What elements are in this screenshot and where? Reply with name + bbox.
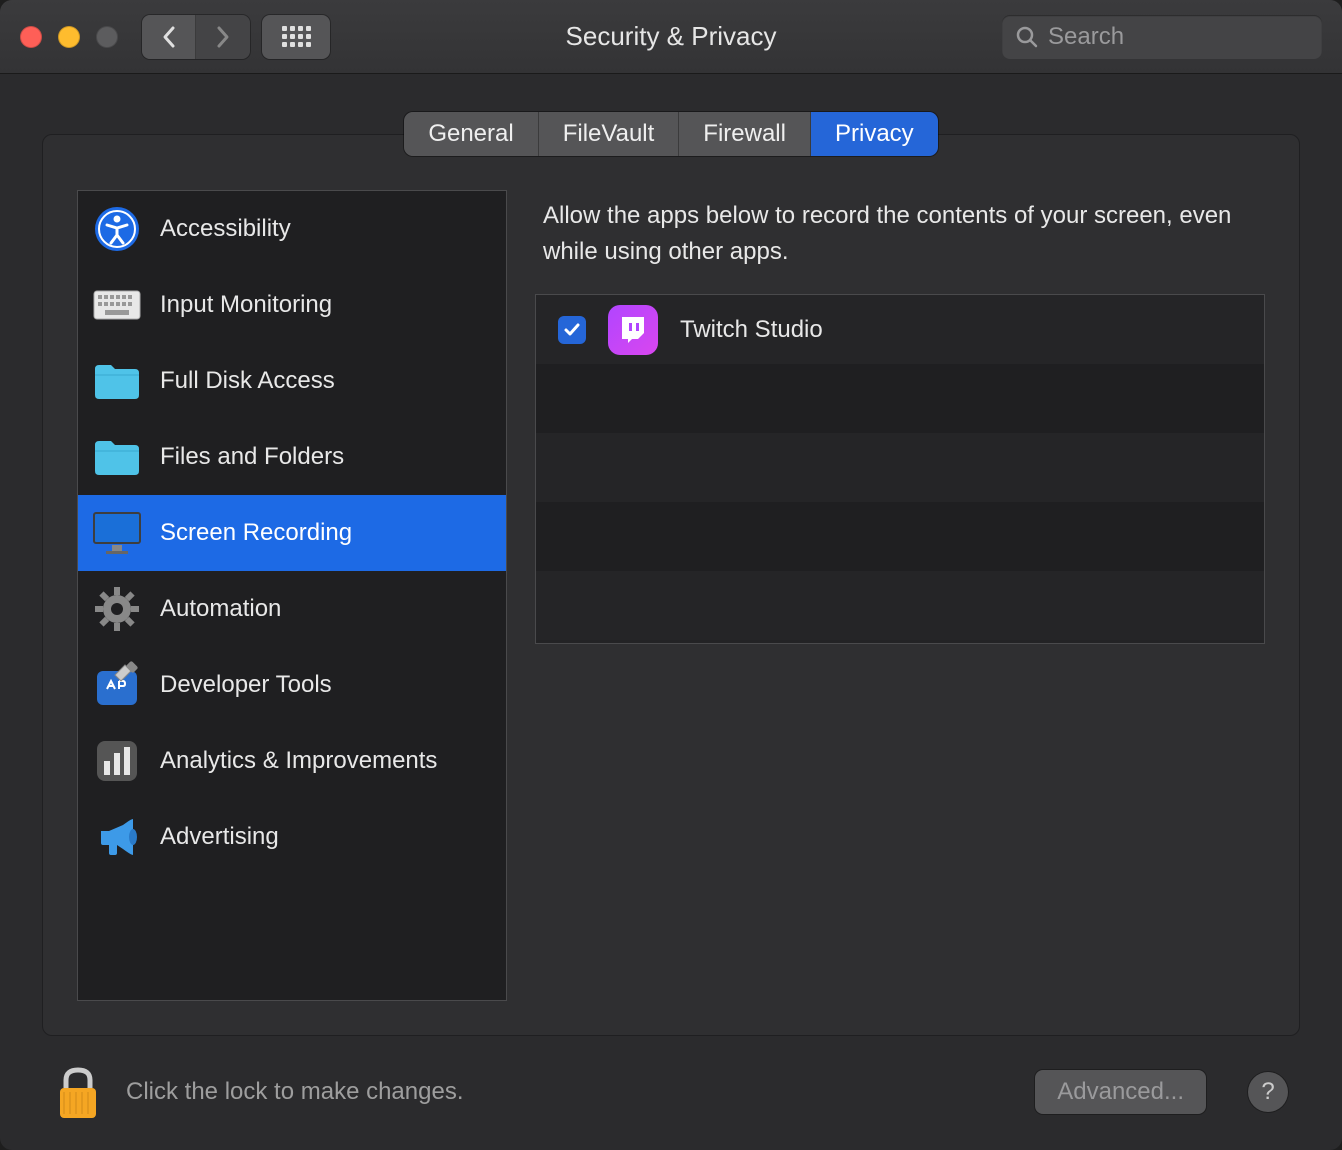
lock-icon[interactable] bbox=[54, 1064, 102, 1120]
back-button[interactable] bbox=[142, 15, 196, 59]
sidebar-item-input-monitoring[interactable]: Input Monitoring bbox=[78, 267, 506, 343]
privacy-panel: Accessibility Input Monitoring Full Disk… bbox=[42, 134, 1300, 1036]
privacy-category-sidebar[interactable]: Accessibility Input Monitoring Full Disk… bbox=[77, 190, 507, 1001]
sidebar-item-label: Automation bbox=[160, 595, 281, 623]
lock-hint-text: Click the lock to make changes. bbox=[126, 1078, 1011, 1106]
sidebar-item-label: Files and Folders bbox=[160, 443, 344, 471]
sidebar-item-screen-recording[interactable]: Screen Recording bbox=[78, 495, 506, 571]
app-name-label: Twitch Studio bbox=[680, 316, 823, 344]
app-row[interactable]: Twitch Studio bbox=[536, 295, 1264, 364]
folder-icon bbox=[92, 356, 142, 406]
advanced-button[interactable]: Advanced... bbox=[1035, 1070, 1206, 1114]
app-permission-list[interactable]: Twitch Studio bbox=[535, 294, 1265, 644]
preferences-window: Security & Privacy General FileVault Fir… bbox=[0, 0, 1342, 1150]
show-all-button[interactable] bbox=[262, 15, 330, 59]
sidebar-item-automation[interactable]: Automation bbox=[78, 571, 506, 647]
sidebar-item-label: Input Monitoring bbox=[160, 291, 332, 319]
close-window-button[interactable] bbox=[20, 26, 42, 48]
sidebar-item-label: Analytics & Improvements bbox=[160, 747, 437, 775]
app-row-empty bbox=[536, 364, 1264, 433]
sidebar-item-analytics[interactable]: Analytics & Improvements bbox=[78, 723, 506, 799]
sidebar-item-accessibility[interactable]: Accessibility bbox=[78, 191, 506, 267]
display-icon bbox=[92, 508, 142, 558]
tabs-row: General FileVault Firewall Privacy bbox=[42, 74, 1300, 156]
app-row-empty bbox=[536, 433, 1264, 502]
twitch-icon bbox=[608, 305, 658, 355]
accessibility-icon bbox=[92, 204, 142, 254]
detail-description: Allow the apps below to record the conte… bbox=[535, 190, 1265, 294]
search-input[interactable] bbox=[1048, 23, 1342, 51]
sidebar-item-files-and-folders[interactable]: Files and Folders bbox=[78, 419, 506, 495]
zoom-window-button[interactable] bbox=[96, 26, 118, 48]
search-icon bbox=[1016, 26, 1038, 48]
chart-icon bbox=[92, 736, 142, 786]
keyboard-icon bbox=[92, 280, 142, 330]
gear-icon bbox=[92, 584, 142, 634]
app-row-empty bbox=[536, 502, 1264, 571]
search-field[interactable] bbox=[1002, 15, 1322, 59]
sidebar-item-full-disk-access[interactable]: Full Disk Access bbox=[78, 343, 506, 419]
tab-filevault[interactable]: FileVault bbox=[539, 112, 680, 156]
footer: Click the lock to make changes. Advanced… bbox=[42, 1036, 1300, 1120]
nav-buttons bbox=[142, 15, 250, 59]
window-title: Security & Privacy bbox=[566, 21, 777, 52]
sidebar-item-label: Screen Recording bbox=[160, 519, 352, 547]
sidebar-item-advertising[interactable]: Advertising bbox=[78, 799, 506, 875]
app-row-empty bbox=[536, 571, 1264, 640]
grid-icon bbox=[282, 26, 311, 47]
window-controls bbox=[20, 26, 118, 48]
detail-pane: Allow the apps below to record the conte… bbox=[535, 190, 1265, 1001]
minimize-window-button[interactable] bbox=[58, 26, 80, 48]
tabs: General FileVault Firewall Privacy bbox=[404, 112, 937, 156]
app-checkbox[interactable] bbox=[558, 316, 586, 344]
content-area: General FileVault Firewall Privacy Acces… bbox=[0, 74, 1342, 1150]
tab-privacy[interactable]: Privacy bbox=[811, 112, 938, 156]
tab-firewall[interactable]: Firewall bbox=[679, 112, 811, 156]
megaphone-icon bbox=[92, 812, 142, 862]
check-icon bbox=[563, 321, 581, 339]
sidebar-item-developer-tools[interactable]: Developer Tools bbox=[78, 647, 506, 723]
titlebar: Security & Privacy bbox=[0, 0, 1342, 74]
sidebar-item-label: Developer Tools bbox=[160, 671, 332, 699]
sidebar-item-label: Full Disk Access bbox=[160, 367, 335, 395]
sidebar-item-label: Advertising bbox=[160, 823, 279, 851]
sidebar-item-label: Accessibility bbox=[160, 215, 291, 243]
tab-general[interactable]: General bbox=[404, 112, 538, 156]
hammer-icon bbox=[92, 660, 142, 710]
chevron-left-icon bbox=[161, 25, 177, 49]
help-button[interactable]: ? bbox=[1248, 1072, 1288, 1112]
chevron-right-icon bbox=[215, 25, 231, 49]
folder-icon bbox=[92, 432, 142, 482]
forward-button[interactable] bbox=[196, 15, 250, 59]
